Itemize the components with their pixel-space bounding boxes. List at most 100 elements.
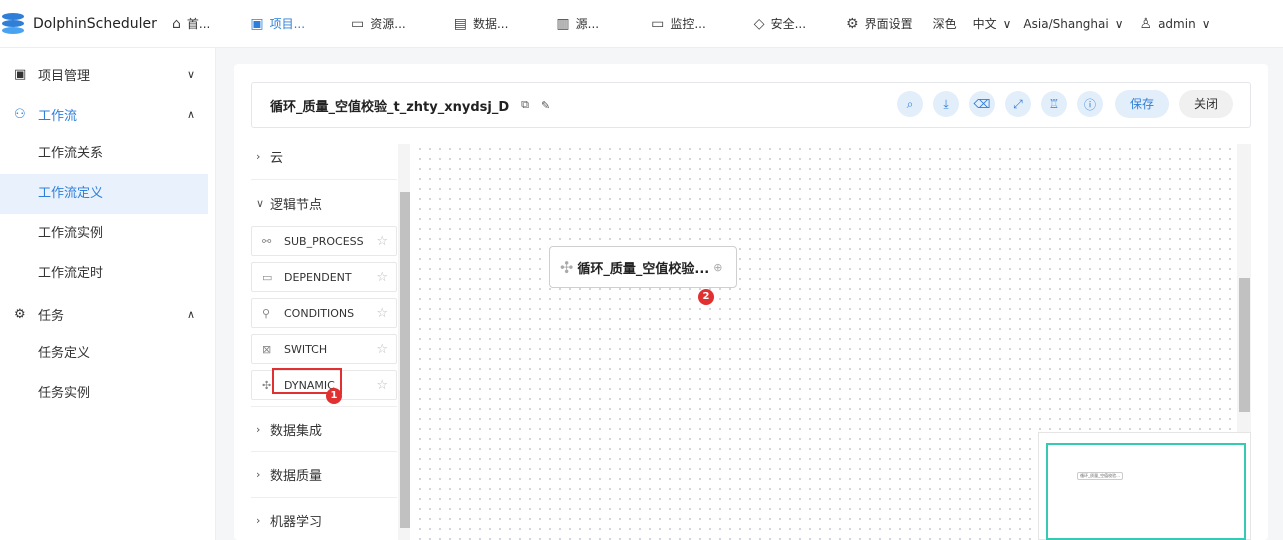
sidebar-item-workflow-timing[interactable]: 工作流定时	[0, 254, 215, 294]
star-icon[interactable]: ☆	[376, 342, 388, 357]
nav-datasource[interactable]: ▤ 数据...	[454, 15, 509, 32]
search-icon[interactable]: ⌕	[896, 91, 923, 117]
monitor-icon: ▭	[651, 15, 665, 32]
sidebar-group-label: 工作流	[38, 108, 78, 124]
theme-toggle[interactable]: 深色	[933, 15, 957, 32]
sidebar-group-task[interactable]: ⚙ 任务 ∧	[0, 294, 215, 334]
sidebar-item-workflow-relation[interactable]: 工作流关系	[0, 134, 215, 174]
chevron-up-icon: ∧	[186, 107, 195, 121]
node-label: CONDITIONS	[284, 306, 355, 320]
node-label: SWITCH	[284, 342, 328, 356]
sidebar-item-workflow-instance[interactable]: 工作流实例	[0, 214, 215, 254]
folder-icon: ▭	[351, 15, 365, 32]
shield-icon: ◇	[753, 15, 765, 32]
main-nav: ⌂ 首... ▣ 项目... ▭ 资源... ▤ 数据... ▥ 源... ▭ …	[160, 15, 1283, 32]
sidebar-group-label: 项目管理	[38, 68, 91, 84]
category-machine-learning[interactable]: › 机器学习	[251, 498, 397, 540]
star-icon[interactable]: ☆	[376, 270, 388, 285]
category-cloud[interactable]: › 云	[251, 134, 397, 180]
category-data-quality[interactable]: › 数据质量	[251, 452, 397, 498]
node-item-switch[interactable]: ⊠ SWITCH ☆	[251, 334, 397, 364]
sub-process-icon: ⚯	[262, 234, 272, 248]
annotation-badge-2: 2	[698, 289, 714, 305]
workflow-node[interactable]: ✣ 循环_质量_空值校验... ⊕	[549, 246, 737, 288]
node-item-sub-process[interactable]: ⚯ SUB_PROCESS ☆	[251, 226, 397, 256]
nav-security[interactable]: ◇ 安全...	[754, 15, 806, 32]
star-icon[interactable]: ☆	[376, 234, 388, 249]
download-icon[interactable]: ⤓	[932, 91, 959, 117]
chevron-right-icon: ›	[256, 150, 261, 163]
sidebar: ▣ 项目管理 ∨ ⚇ 工作流 ∧ 工作流关系 工作流定义 工作流实例 工作流定时…	[0, 48, 216, 540]
theme-label: 深色	[932, 17, 957, 31]
annotation-badge-1: 1	[326, 388, 342, 404]
chevron-right-icon: ›	[256, 468, 261, 481]
project-mgmt-icon: ▣	[14, 66, 27, 82]
user-label: admin	[1158, 16, 1196, 31]
timezone-label: Asia/Shanghai	[1023, 16, 1109, 31]
chevron-up-icon: ∧	[186, 307, 195, 321]
sidebar-item-task-instance[interactable]: 任务实例	[0, 374, 215, 414]
star-icon[interactable]: ☆	[376, 378, 388, 393]
category-label: 逻辑节点	[270, 197, 323, 213]
edit-icon[interactable]: ✎	[541, 99, 550, 112]
editor-titlebar: 循环_质量_空值校验_t_zhty_xnydsj_D ⧉ ✎ ⌕ ⤓ ⌫ ⤢ ♖…	[251, 82, 1251, 128]
node-panel: › 云 ∨ 逻辑节点 ⚯ SUB_PROCESS ☆ ▭ DEPENDENT ☆…	[251, 134, 411, 540]
nav-project[interactable]: ▣ 项目...	[250, 15, 305, 32]
sidebar-group-workflow[interactable]: ⚇ 工作流 ∧	[0, 94, 215, 134]
sidebar-item-task-definition[interactable]: 任务定义	[0, 334, 215, 374]
language-label: 中文	[972, 17, 997, 31]
minimap-viewport[interactable]	[1046, 443, 1246, 540]
star-icon[interactable]: ☆	[376, 306, 388, 321]
source-icon: ▥	[556, 15, 570, 32]
nav-monitor[interactable]: ▭ 监控...	[651, 15, 706, 32]
chevron-down-icon: ∨	[1114, 16, 1124, 31]
dynamic-icon: ✣	[560, 257, 574, 277]
nav-label: 项目...	[269, 17, 306, 31]
nav-label: 源...	[575, 17, 600, 31]
nav-resource[interactable]: ▭ 资源...	[351, 15, 406, 32]
top-navbar: DolphinScheduler ⌂ 首... ▣ 项目... ▭ 资源... …	[0, 0, 1283, 48]
nav-label: 数据...	[472, 17, 509, 31]
add-circle-icon[interactable]: ⊕	[713, 261, 722, 274]
timezone-select[interactable]: Asia/Shanghai ∨	[1023, 17, 1123, 31]
chevron-down-icon: ∨	[1002, 16, 1012, 31]
category-label: 数据质量	[270, 469, 323, 484]
minimap-node: 循环_质量_空值校验...	[1077, 472, 1123, 480]
close-button[interactable]: 关闭	[1178, 90, 1233, 118]
language-select[interactable]: 中文 ∨	[973, 15, 1012, 32]
node-item-dependent[interactable]: ▭ DEPENDENT ☆	[251, 262, 397, 292]
category-data-integration[interactable]: › 数据集成	[251, 406, 397, 452]
switch-icon: ⊠	[262, 342, 272, 356]
panel-scrollbar-thumb[interactable]	[400, 192, 410, 528]
node-item-conditions[interactable]: ⚲ CONDITIONS ☆	[251, 298, 397, 328]
info-icon[interactable]: ⓘ	[1076, 91, 1103, 117]
sidebar-group-label: 任务	[38, 308, 65, 324]
delete-icon[interactable]: ⌫	[968, 91, 995, 117]
node-label: DEPENDENT	[284, 270, 352, 284]
logo-icon	[2, 10, 30, 38]
editor-toolbar: ⌕ ⤓ ⌫ ⤢ ♖ ⓘ 保存 关闭	[887, 90, 1233, 118]
workflow-node-label: 循环_质量_空值校验...	[577, 261, 710, 277]
project-icon: ▣	[250, 15, 264, 32]
sidebar-group-project[interactable]: ▣ 项目管理 ∨	[0, 54, 215, 94]
canvas-scrollbar-thumb[interactable]	[1239, 278, 1250, 412]
logo[interactable]: DolphinScheduler	[0, 10, 160, 38]
category-label: 数据集成	[270, 423, 323, 439]
user-icon: ♙	[1139, 15, 1153, 32]
nav-source[interactable]: ▥ 源...	[556, 15, 599, 32]
user-menu[interactable]: ♙ admin ∨	[1140, 16, 1211, 32]
category-label: 机器学习	[270, 515, 323, 530]
ui-settings[interactable]: ⚙ 界面设置	[846, 15, 913, 32]
copy-icon[interactable]: ⧉	[521, 98, 529, 112]
save-button[interactable]: 保存	[1114, 90, 1169, 118]
home-icon: ⌂	[172, 15, 181, 32]
category-logic[interactable]: ∨ 逻辑节点	[251, 180, 397, 226]
chevron-down-icon: ∨	[186, 67, 195, 81]
nav-home[interactable]: ⌂ 首...	[172, 15, 210, 32]
category-label: 云	[270, 151, 284, 166]
fullscreen-icon[interactable]: ⤢	[1004, 91, 1031, 117]
chevron-down-icon: ∨	[256, 196, 265, 210]
nav-label: 首...	[186, 17, 211, 31]
format-icon[interactable]: ♖	[1040, 91, 1067, 117]
sidebar-item-workflow-definition[interactable]: 工作流定义	[0, 174, 208, 214]
